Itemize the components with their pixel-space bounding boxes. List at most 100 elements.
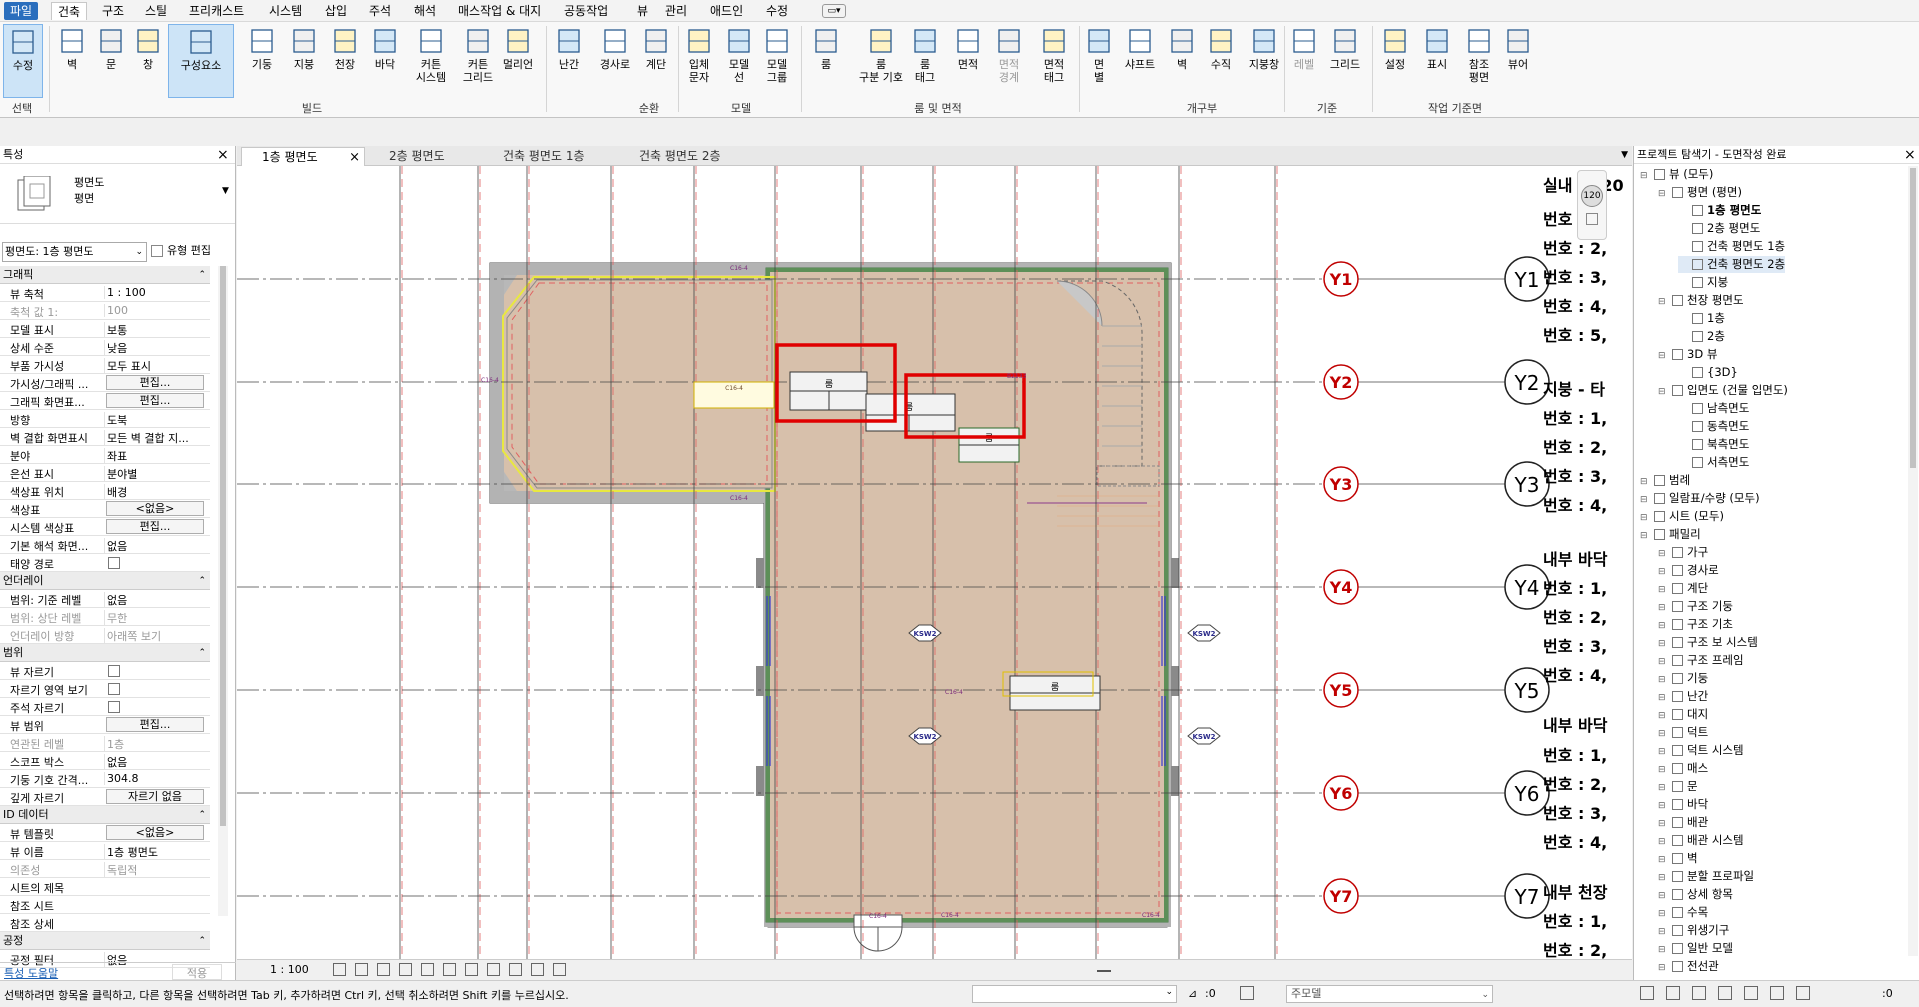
browser-node[interactable]: ⊟ 전선관 — [1658, 958, 1719, 975]
property-value[interactable]: 1 : 100 — [104, 286, 210, 299]
browser-node[interactable]: 1층 평면도 — [1678, 202, 1761, 219]
expand-icon[interactable]: ⊟ — [1658, 762, 1668, 779]
ribbon-toggle-icon[interactable]: ▭▾ — [822, 4, 846, 18]
tool-level[interactable]: 레벨 — [1287, 24, 1321, 98]
browser-node[interactable]: ⊟ 구조 기둥 — [1658, 598, 1733, 615]
property-button[interactable]: 편집... — [106, 717, 204, 732]
expand-icon[interactable]: ⊟ — [1658, 294, 1668, 311]
browser-scrollbar[interactable] — [1908, 166, 1918, 956]
browser-node[interactable]: 1층 — [1678, 310, 1725, 327]
property-checkbox[interactable] — [108, 701, 120, 713]
expand-icon[interactable]: ⊟ — [1658, 654, 1668, 671]
close-icon[interactable]: × — [1904, 148, 1916, 162]
navigation-bar[interactable]: 120 — [1577, 170, 1607, 240]
browser-node[interactable]: ⊟ 문 — [1658, 778, 1698, 795]
property-value[interactable]: 좌표 — [104, 448, 210, 464]
temporary-hide-icon[interactable] — [509, 963, 522, 976]
tool-vertical[interactable]: 수직 — [1202, 24, 1240, 98]
tab-file[interactable]: 파일 — [4, 2, 39, 20]
browser-node[interactable]: 동측면도 — [1678, 418, 1749, 435]
show-crop-icon[interactable] — [465, 963, 478, 976]
tab-precast[interactable]: 프리캐스트 — [183, 2, 250, 20]
type-selector[interactable]: 평면도 평면 ▼ — [0, 164, 235, 224]
edit-type-button[interactable]: 유형 편집 — [151, 242, 234, 262]
section-graphics[interactable]: 그래픽 ⌃ — [0, 266, 210, 284]
filter-icon[interactable] — [1796, 986, 1810, 1000]
property-value[interactable]: 아래쪽 보기 — [104, 628, 210, 644]
render-icon[interactable] — [421, 963, 434, 976]
expand-icon[interactable]: ⊟ — [1658, 600, 1668, 617]
property-value[interactable]: 모두 표시 — [104, 358, 210, 374]
view-instance-select[interactable]: 평면도: 1층 평면도 ⌄ — [2, 242, 147, 262]
expand-icon[interactable]: ⊟ — [1658, 672, 1668, 689]
tab-structure[interactable]: 구조 — [96, 2, 130, 20]
property-checkbox[interactable] — [108, 665, 120, 677]
browser-node[interactable]: ⊟ 구조 보 시스템 — [1658, 634, 1758, 651]
tool-model-line[interactable]: 모델 선 — [721, 24, 757, 98]
drag-select-icon[interactable] — [1770, 986, 1784, 1000]
workset-select[interactable]: ⌄ — [972, 985, 1177, 1003]
property-button[interactable]: 자르기 없음 — [106, 789, 204, 804]
tab-menu-icon[interactable]: ▼ — [1621, 150, 1628, 160]
property-value[interactable]: 100 — [104, 304, 210, 317]
browser-node[interactable]: 2층 평면도 — [1678, 220, 1760, 237]
tab-systems[interactable]: 시스템 — [263, 2, 308, 20]
browser-node[interactable]: ⊟ 입면도 (건물 입면도) — [1658, 382, 1788, 399]
tool-room[interactable]: 룸 — [804, 24, 848, 98]
expand-icon[interactable]: ⊟ — [1658, 690, 1668, 707]
tool-shaft[interactable]: 샤프트 — [1118, 24, 1162, 98]
tool-area[interactable]: 면적 — [950, 24, 986, 98]
tool-ref-plane[interactable]: 참조 평면 — [1458, 24, 1500, 98]
browser-node[interactable]: ⊟ 경사로 — [1658, 562, 1719, 579]
browser-node[interactable]: ⊟ 매스 — [1658, 760, 1708, 777]
browser-node[interactable]: 건축 평면도 2층 — [1678, 256, 1786, 273]
expand-icon[interactable]: ⊟ — [1640, 168, 1650, 185]
browser-node[interactable]: ⊟ 난간 — [1658, 688, 1708, 705]
expand-icon[interactable]: ⊟ — [1658, 186, 1668, 203]
face-select-icon[interactable] — [1744, 986, 1758, 1000]
tool-cursor[interactable]: 수정 — [3, 24, 43, 98]
tab-analyze[interactable]: 해석 — [408, 2, 442, 20]
property-button[interactable]: 편집... — [106, 375, 204, 390]
browser-node[interactable]: ⊟ 뷰 (모두) — [1640, 166, 1713, 183]
browser-node[interactable]: ⊟ 3D 뷰 — [1658, 346, 1717, 363]
browser-node[interactable]: ⊟ 일반 모델 — [1658, 940, 1733, 957]
expand-icon[interactable]: ⊟ — [1658, 546, 1668, 563]
tool-component[interactable]: 구성요소 — [168, 24, 234, 98]
browser-node[interactable]: ⊟ 덕트 — [1658, 724, 1708, 741]
analytical-icon[interactable] — [553, 963, 566, 976]
tab-view[interactable]: 뷰 — [631, 2, 654, 20]
browser-node[interactable]: 북측면도 — [1678, 436, 1749, 453]
expand-icon[interactable]: ⊟ — [1658, 636, 1668, 653]
expand-icon[interactable]: ⊟ — [1658, 906, 1668, 923]
property-value[interactable]: 보통 — [104, 322, 210, 338]
shadows-icon[interactable] — [399, 963, 412, 976]
crop-view-icon[interactable] — [443, 963, 456, 976]
tool-curtain-system[interactable]: 커튼 시스템 — [410, 24, 452, 98]
property-value[interactable]: 1층 평면도 — [104, 844, 210, 860]
tab-insert[interactable]: 삽입 — [319, 2, 353, 20]
tab-massing-site[interactable]: 매스작업 & 대지 — [452, 2, 547, 20]
property-value[interactable]: 304.8 — [104, 772, 210, 785]
tool-door[interactable]: 문 — [94, 24, 128, 98]
browser-node[interactable]: ⊟ 덕트 시스템 — [1658, 742, 1744, 759]
property-button[interactable]: 편집... — [106, 393, 204, 408]
expand-icon[interactable]: ⊟ — [1658, 618, 1668, 635]
tool-floor[interactable]: 바닥 — [366, 24, 404, 98]
browser-node[interactable]: ⊟ 벽 — [1658, 850, 1698, 867]
tool-dormer[interactable]: 지붕창 — [1243, 24, 1285, 98]
property-checkbox[interactable] — [108, 557, 120, 569]
browser-node[interactable]: ⊟ 평면 (평면) — [1658, 184, 1742, 201]
browser-node[interactable]: ⊟ 가구 — [1658, 544, 1708, 561]
tab-steel[interactable]: 스틸 — [139, 2, 173, 20]
browser-node[interactable]: 2층 — [1678, 328, 1725, 345]
detail-level-icon[interactable] — [333, 963, 346, 976]
expand-icon[interactable]: ⊟ — [1658, 798, 1668, 815]
expand-icon[interactable]: ⊟ — [1658, 852, 1668, 869]
expand-icon[interactable]: ⊟ — [1658, 384, 1668, 401]
expand-icon[interactable]: ⊟ — [1658, 834, 1668, 851]
expand-icon[interactable]: ⊟ — [1658, 780, 1668, 797]
collapse-icon[interactable]: ⌃ — [198, 266, 206, 284]
tool-grid[interactable]: 그리드 — [1323, 24, 1367, 98]
filter-icon[interactable]: ⊿ — [1188, 987, 1197, 1000]
